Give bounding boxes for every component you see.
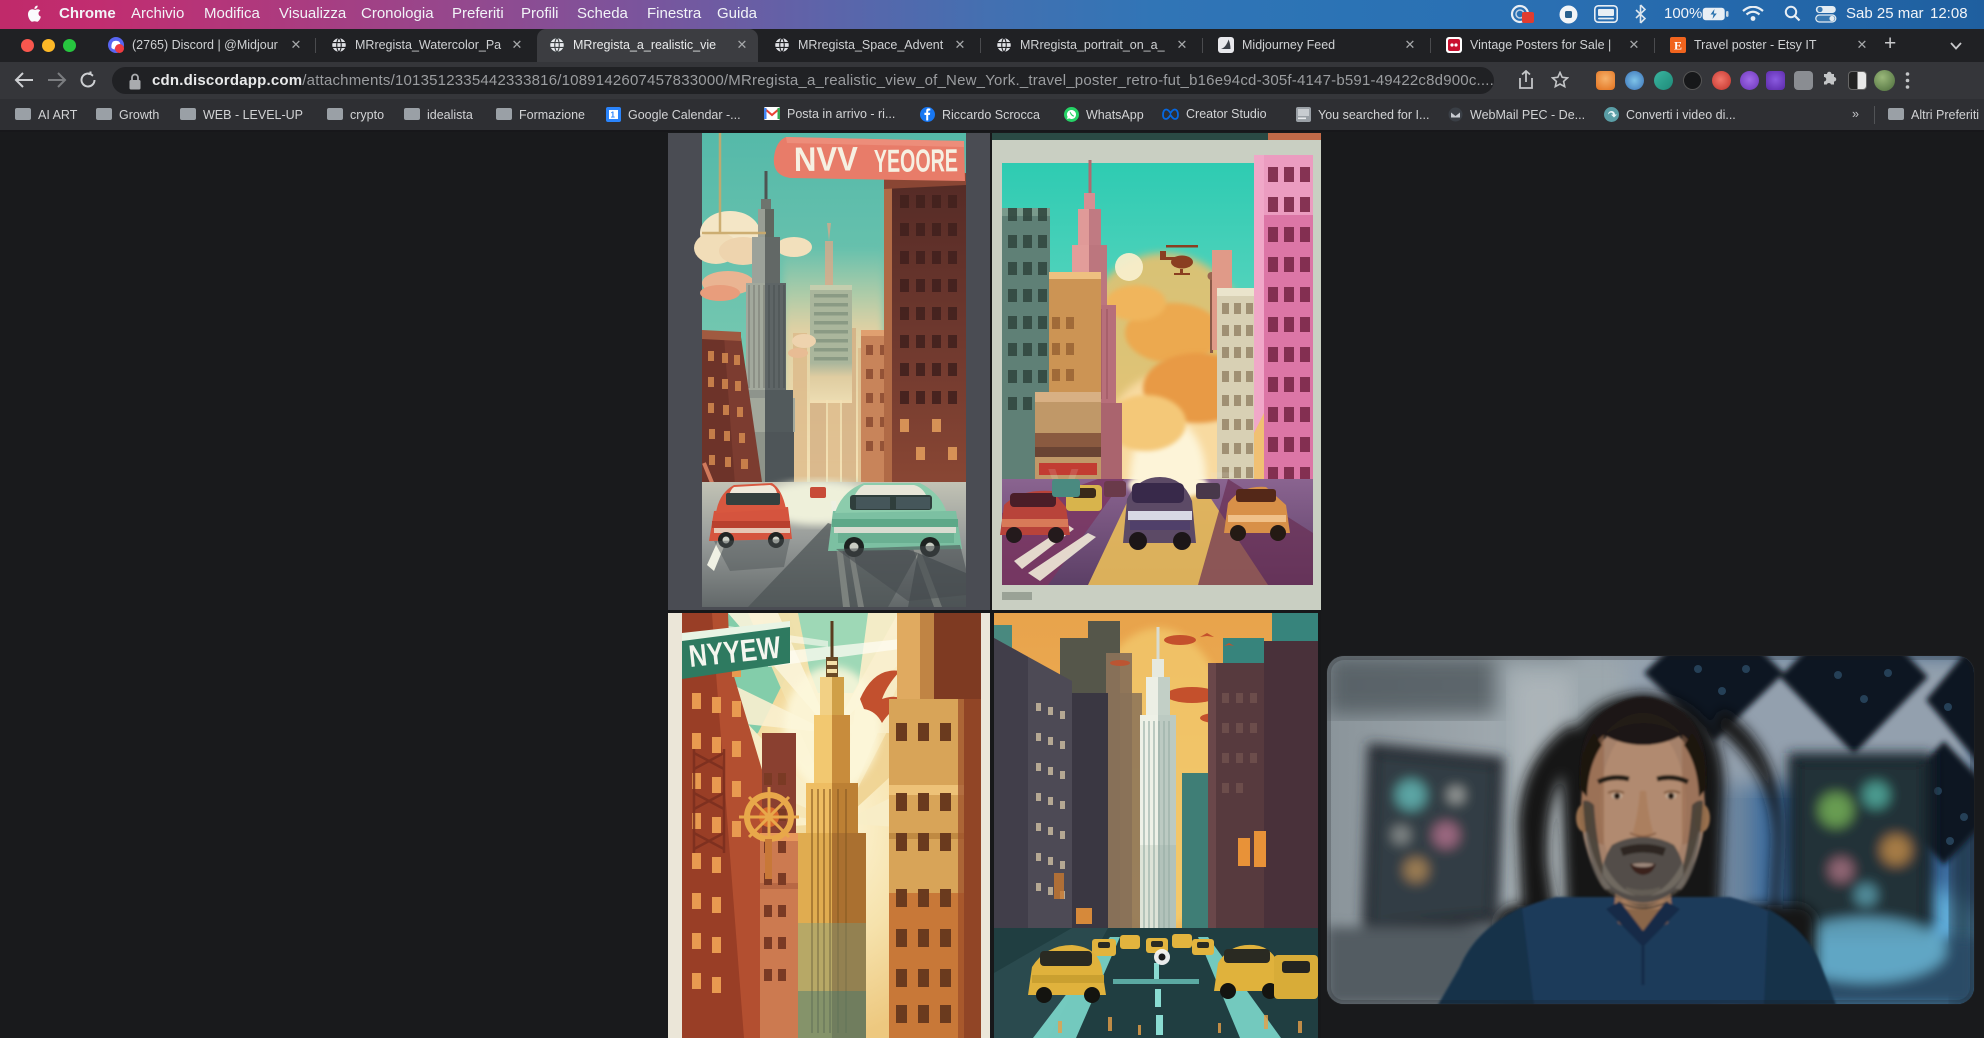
svg-text:1: 1 — [611, 111, 616, 120]
svg-text:E: E — [1674, 39, 1682, 53]
svg-text:YEOORE: YEOORE — [874, 142, 958, 179]
svg-text:NVV: NVV — [794, 140, 859, 179]
